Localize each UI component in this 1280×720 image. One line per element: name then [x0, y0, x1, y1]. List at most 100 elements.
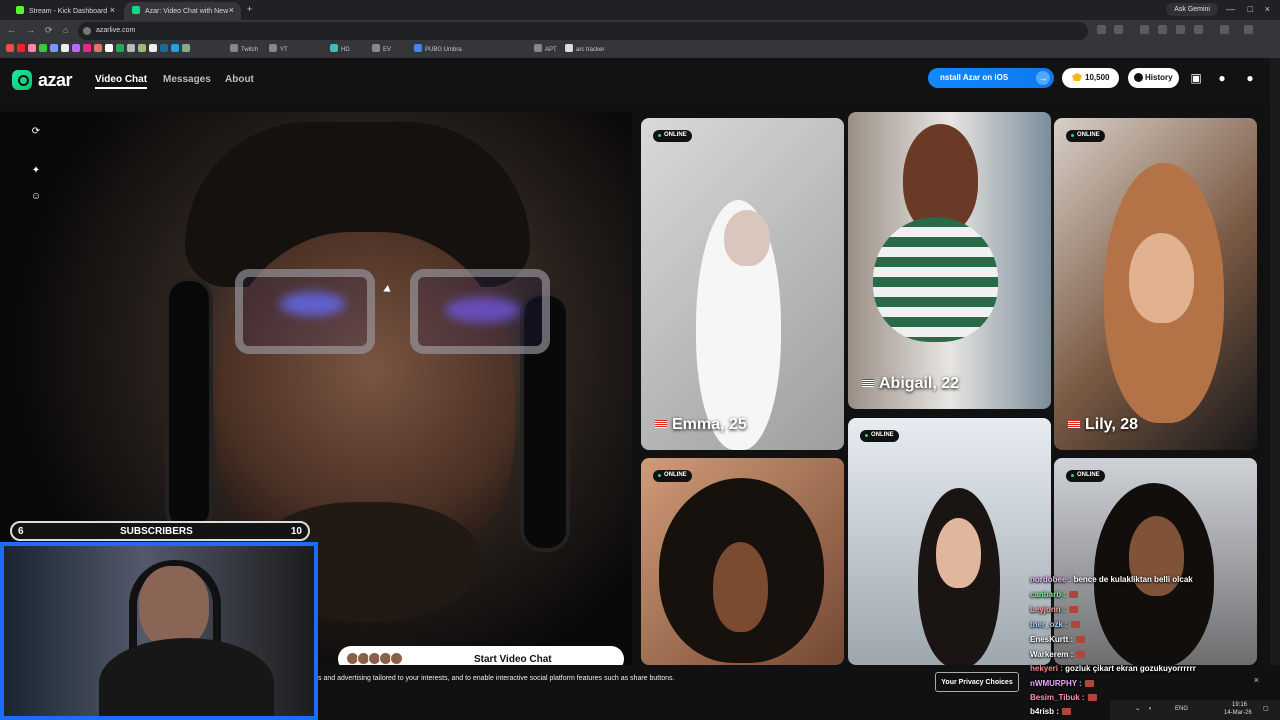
close-window-icon[interactable]: × [1265, 4, 1270, 14]
chat-message: EnesKurtt : [1030, 635, 1086, 644]
bookmark-star-icon[interactable] [1114, 25, 1123, 34]
profile-card-abigail[interactable]: Abigail, 22 [848, 112, 1051, 409]
chat-message: b4risb : [1030, 707, 1071, 716]
us-flag-icon [862, 379, 874, 387]
profile-card-lily[interactable]: ONLINE Lily, 28 [1054, 118, 1257, 450]
lens-glare [280, 292, 345, 316]
avatar-group [346, 652, 408, 665]
close-tab-icon[interactable]: × [110, 5, 115, 15]
forward-icon[interactable]: → [26, 25, 35, 35]
us-flag-icon [655, 420, 667, 428]
beauty-filter-icon[interactable]: ✦ [30, 165, 42, 177]
profile-face [936, 518, 981, 588]
site-info-icon[interactable] [83, 27, 91, 35]
volume-icon[interactable]: ◖ [1148, 706, 1152, 712]
install-ios-button[interactable]: nstall Azar on iOS → [928, 68, 1054, 88]
profile-name: Abigail, 22 [862, 375, 959, 393]
brand-name[interactable]: azar [38, 70, 73, 91]
emote-icon [1068, 606, 1078, 613]
bookmark-icons-group[interactable] [6, 44, 193, 53]
azar-header: azar Video Chat Messages About nstall Az… [0, 58, 1270, 98]
chat-message: Besim_Tibuk : [1030, 693, 1097, 702]
store-icon[interactable]: ▣ [1189, 71, 1203, 85]
azar-logo-icon[interactable] [12, 70, 32, 90]
profile-name: Emma, 25 [655, 416, 747, 434]
subscriber-goal-bar: 6 SUBSCRIBERS 10 [10, 521, 310, 541]
new-tab-button[interactable]: + [247, 4, 252, 14]
chat-message: canbarb : [1030, 590, 1079, 599]
reload-icon[interactable]: ⟳ [45, 25, 53, 36]
profile-card-emma[interactable]: ONLINE Emma, 25 [641, 118, 844, 450]
minimize-icon[interactable]: — [1226, 4, 1235, 14]
profile-icon[interactable] [1244, 25, 1253, 34]
network-icon[interactable]: ⌁ [1136, 706, 1140, 713]
notification-icon[interactable]: ▢ [1263, 705, 1269, 712]
account-icon[interactable]: ● [1243, 71, 1257, 85]
webcam-face [139, 566, 209, 648]
tab-kick-dashboard[interactable]: Stream - Kick Dashboard × [8, 2, 122, 20]
nav-video-chat[interactable]: Video Chat [95, 74, 148, 89]
sticker-icon[interactable]: ☺ [30, 191, 42, 203]
chat-message: nordobee : bence de kulakliktan belli ol… [1030, 575, 1193, 584]
kick-icon [16, 6, 24, 14]
extensions-icon[interactable] [1194, 25, 1203, 34]
bookmark-pubg-umbra[interactable]: PUBG Umbra [414, 44, 462, 53]
chat-message: nWMURPHY : [1030, 679, 1094, 688]
coin-balance[interactable]: 10,500 [1062, 68, 1119, 88]
profile-face [1129, 233, 1194, 323]
home-icon[interactable]: ⌂ [63, 25, 68, 35]
privacy-choices-button[interactable]: Your Privacy Choices [935, 672, 1019, 692]
online-badge: ONLINE [1066, 130, 1105, 142]
chat-message: hekyeri : gozluk çikart ekran gozukuyorr… [1030, 664, 1196, 673]
nav-messages[interactable]: Messages [163, 74, 211, 85]
windows-taskbar-tray: ⌁ ◖ ENG 19:16 14-Mar-26 ▢ [1110, 700, 1280, 720]
bell-icon[interactable]: ● [1215, 71, 1229, 85]
emote-icon [1069, 591, 1079, 598]
bookmarks-bar: Twitch YT HD EV PUBG Umbra APT arc track… [0, 42, 1280, 58]
url-text: azarlive.com [96, 27, 136, 34]
emote-icon [1076, 636, 1086, 643]
profile-card-online-1[interactable]: ONLINE [641, 458, 844, 665]
close-icon[interactable]: × [1254, 675, 1259, 685]
browser-toolbar: ← → ⟳ ⌂ azarlive.com [0, 20, 1280, 42]
clock-time[interactable]: 19:16 [1232, 702, 1247, 708]
chat-message: Warkerem : [1030, 650, 1086, 659]
bookmark-arc-tracker[interactable]: arc tracker [565, 44, 604, 53]
extension-icon[interactable] [1140, 25, 1149, 34]
tab-label: Azar: Video Chat with New [145, 8, 229, 15]
profile-face [713, 542, 768, 632]
bookmark-folder-yt[interactable]: YT [269, 44, 288, 53]
address-bar[interactable]: azarlive.com [78, 22, 1088, 40]
nav-about[interactable]: About [225, 74, 254, 85]
online-badge: ONLINE [860, 430, 899, 442]
bookmark-hd[interactable]: HD [330, 44, 350, 53]
emote-icon [1061, 708, 1071, 715]
ask-gemini-button[interactable]: Ask Gemini [1166, 3, 1218, 16]
bookmark-folder-twitch[interactable]: Twitch [230, 44, 258, 53]
arrow-icon: → [1036, 71, 1050, 85]
history-button[interactable]: History [1128, 68, 1179, 88]
clock-date[interactable]: 14-Mar-26 [1224, 710, 1252, 716]
close-tab-icon[interactable]: × [229, 5, 234, 15]
emote-icon [1087, 694, 1097, 701]
browser-tab-strip: Stream - Kick Dashboard × Azar: Video Cha… [0, 0, 1280, 20]
tab-azar[interactable]: Azar: Video Chat with New × [124, 2, 241, 20]
online-badge: ONLINE [653, 470, 692, 482]
language-indicator[interactable]: ENG [1175, 706, 1188, 712]
restore-icon[interactable]: □ [1248, 4, 1253, 14]
emote-icon [1070, 621, 1080, 628]
subscriber-goal: 10 [290, 526, 302, 537]
back-icon[interactable]: ← [7, 25, 16, 35]
extension-icon[interactable] [1176, 25, 1185, 34]
sidebar-icon[interactable] [1220, 25, 1229, 34]
install-icon[interactable] [1097, 25, 1106, 34]
extension-icon[interactable] [1158, 25, 1167, 34]
camera-switch-icon[interactable]: ⟳ [30, 126, 42, 138]
profile-card-online-2[interactable]: ONLINE [848, 418, 1051, 665]
bookmark-folder-ev[interactable]: EV [372, 44, 391, 53]
page-scrollbar[interactable] [1270, 58, 1280, 700]
subscriber-label: SUBSCRIBERS [120, 526, 193, 537]
profile-photo [873, 217, 998, 342]
bookmark-folder-apt[interactable]: APT [534, 44, 557, 53]
profile-name: Lily, 28 [1068, 416, 1138, 434]
